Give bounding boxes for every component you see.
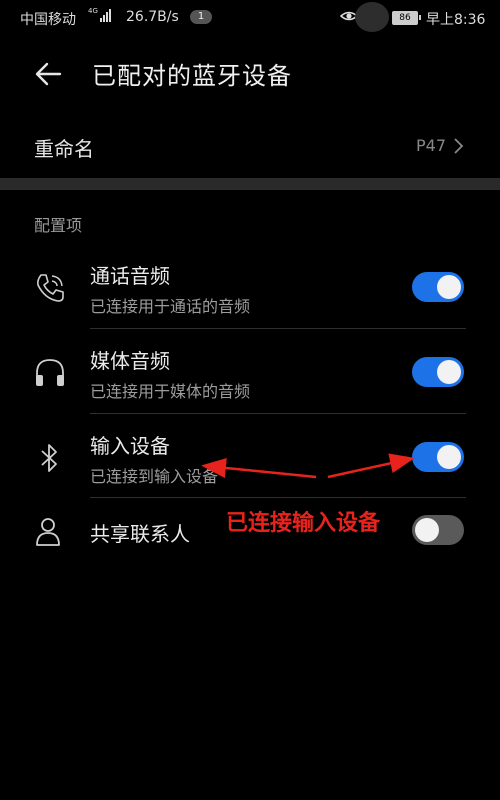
page-title: 已配对的蓝牙设备 (92, 62, 292, 90)
setting-title: 媒体音频 (90, 349, 170, 373)
phone-icon (37, 274, 64, 302)
divider (90, 497, 466, 498)
signal-icon: 4G (88, 7, 111, 22)
setting-row-input-device[interactable]: 输入设备 已连接到输入设备 (0, 418, 500, 502)
toggle-knob (437, 275, 461, 299)
setting-subtitle: 已连接到输入设备 (90, 467, 219, 486)
blurred-area (355, 2, 389, 32)
device-name-value: P47 (415, 136, 446, 155)
setting-subtitle: 已连接用于媒体的音频 (90, 382, 251, 401)
toggle-knob (437, 360, 461, 384)
carrier-name: 中国移动 (20, 12, 76, 28)
section-header: 配置项 (34, 216, 83, 235)
bluetooth-icon (41, 444, 57, 472)
setting-title: 共享联系人 (90, 522, 190, 546)
call-audio-toggle[interactable] (412, 272, 464, 302)
clock: 早上8:36 (426, 12, 486, 28)
media-audio-toggle[interactable] (412, 357, 464, 387)
toggle-knob (415, 518, 439, 542)
rename-row[interactable]: 重命名 P47 (0, 118, 500, 174)
back-arrow-icon[interactable] (30, 56, 66, 92)
share-contacts-toggle[interactable] (412, 515, 464, 545)
setting-title: 输入设备 (90, 434, 170, 458)
setting-row-call-audio[interactable]: 通话音频 已连接用于通话的音频 (0, 248, 500, 332)
chevron-right-icon (454, 138, 464, 154)
status-bar: 中国移动 4G 26.7B/s 1 86 早上8:36 (0, 0, 500, 34)
setting-title: 通话音频 (90, 264, 170, 288)
annotation-label: 已连接输入设备 (226, 511, 381, 536)
notification-badge: 1 (190, 10, 212, 24)
section-separator (0, 178, 500, 190)
battery-icon: 86 (392, 11, 421, 25)
rename-label: 重命名 (34, 137, 94, 161)
contact-icon (36, 518, 60, 546)
setting-row-media-audio[interactable]: 媒体音频 已连接用于媒体的音频 (0, 333, 500, 417)
network-type: 4G (88, 7, 98, 15)
divider (90, 328, 466, 329)
toggle-knob (437, 445, 461, 469)
setting-subtitle: 已连接用于通话的音频 (90, 297, 251, 316)
network-speed: 26.7B/s (126, 9, 179, 25)
headphones-icon (36, 359, 64, 386)
input-device-toggle[interactable] (412, 442, 464, 472)
divider (90, 413, 466, 414)
